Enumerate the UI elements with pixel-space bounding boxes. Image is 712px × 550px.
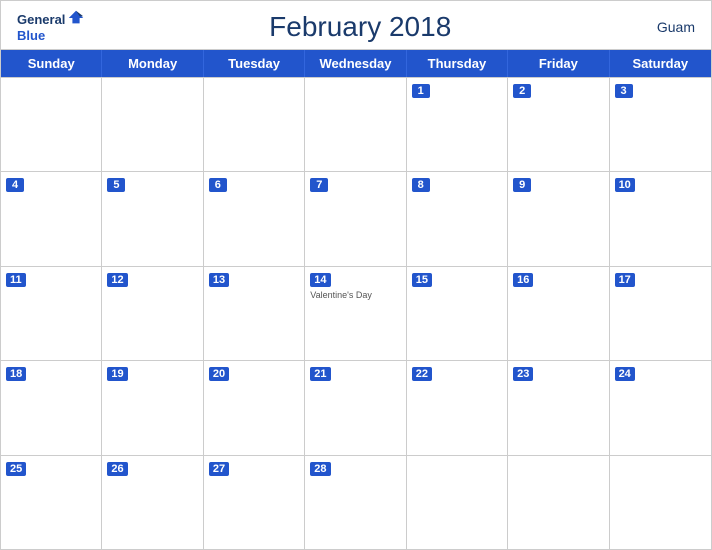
calendar: General Blue February 2018 Guam SundayMo…	[0, 0, 712, 550]
day-header-monday: Monday	[102, 50, 203, 77]
day-header-thursday: Thursday	[407, 50, 508, 77]
day-header-saturday: Saturday	[610, 50, 711, 77]
day-cell: 19	[102, 361, 203, 454]
day-cell: 24	[610, 361, 711, 454]
day-headers: SundayMondayTuesdayWednesdayThursdayFrid…	[1, 50, 711, 77]
day-cell: 5	[102, 172, 203, 265]
day-cell: 22	[407, 361, 508, 454]
day-cell: 11	[1, 267, 102, 360]
region-label: Guam	[635, 19, 695, 35]
day-number: 20	[209, 367, 229, 381]
day-number: 19	[107, 367, 127, 381]
day-number: 8	[412, 178, 430, 192]
day-number: 7	[310, 178, 328, 192]
logo: General Blue	[17, 9, 85, 45]
day-number: 14	[310, 273, 330, 287]
day-number: 15	[412, 273, 432, 287]
day-cell: 17	[610, 267, 711, 360]
day-cell	[102, 78, 203, 171]
day-number: 23	[513, 367, 533, 381]
day-number: 25	[6, 462, 26, 476]
day-cell	[305, 78, 406, 171]
day-cell: 4	[1, 172, 102, 265]
day-header-sunday: Sunday	[1, 50, 102, 77]
day-number: 4	[6, 178, 24, 192]
day-number: 18	[6, 367, 26, 381]
day-cell: 7	[305, 172, 406, 265]
week-row-2: 11 12 13 14 Valentine's Day 15 16 17	[1, 266, 711, 360]
day-cell: 12	[102, 267, 203, 360]
day-number: 11	[6, 273, 26, 287]
day-header-wednesday: Wednesday	[305, 50, 406, 77]
day-cell: 21	[305, 361, 406, 454]
day-cell: 2	[508, 78, 609, 171]
day-cell: 27	[204, 456, 305, 549]
logo-blue-text: Blue	[17, 28, 45, 43]
day-cell: 28	[305, 456, 406, 549]
day-cell	[204, 78, 305, 171]
week-row-3: 18 19 20 21 22 23 24	[1, 360, 711, 454]
day-cell	[508, 456, 609, 549]
event-label: Valentine's Day	[310, 290, 400, 300]
day-number: 6	[209, 178, 227, 192]
week-row-0: 1 2 3	[1, 77, 711, 171]
day-number: 12	[107, 273, 127, 287]
day-cell: 26	[102, 456, 203, 549]
day-number: 10	[615, 178, 635, 192]
day-cell: 9	[508, 172, 609, 265]
logo-bird-icon	[67, 9, 85, 27]
day-cell: 18	[1, 361, 102, 454]
day-number: 27	[209, 462, 229, 476]
weeks: 1234567891011121314Valentine's Day151617…	[1, 77, 711, 549]
day-cell: 8	[407, 172, 508, 265]
day-cell: 3	[610, 78, 711, 171]
day-header-friday: Friday	[508, 50, 609, 77]
day-header-tuesday: Tuesday	[204, 50, 305, 77]
day-number: 24	[615, 367, 635, 381]
logo-general-text: General	[17, 12, 65, 27]
day-number: 28	[310, 462, 330, 476]
day-cell: 10	[610, 172, 711, 265]
day-cell: 23	[508, 361, 609, 454]
day-cell	[407, 456, 508, 549]
day-number: 26	[107, 462, 127, 476]
day-cell	[610, 456, 711, 549]
day-cell: 6	[204, 172, 305, 265]
calendar-header: General Blue February 2018 Guam	[1, 1, 711, 49]
day-number: 22	[412, 367, 432, 381]
week-row-1: 4 5 6 7 8 9 10	[1, 171, 711, 265]
day-cell	[1, 78, 102, 171]
calendar-title: February 2018	[85, 11, 635, 43]
day-number: 2	[513, 84, 531, 98]
day-number: 5	[107, 178, 125, 192]
day-cell: 15	[407, 267, 508, 360]
calendar-grid: SundayMondayTuesdayWednesdayThursdayFrid…	[1, 49, 711, 549]
day-number: 16	[513, 273, 533, 287]
day-cell: 20	[204, 361, 305, 454]
day-number: 1	[412, 84, 430, 98]
week-row-4: 25 26 27 28	[1, 455, 711, 549]
day-number: 17	[615, 273, 635, 287]
day-number: 21	[310, 367, 330, 381]
day-cell: 25	[1, 456, 102, 549]
day-number: 9	[513, 178, 531, 192]
day-cell: 1	[407, 78, 508, 171]
day-cell: 14 Valentine's Day	[305, 267, 406, 360]
day-number: 3	[615, 84, 633, 98]
day-number: 13	[209, 273, 229, 287]
day-cell: 13	[204, 267, 305, 360]
day-cell: 16	[508, 267, 609, 360]
